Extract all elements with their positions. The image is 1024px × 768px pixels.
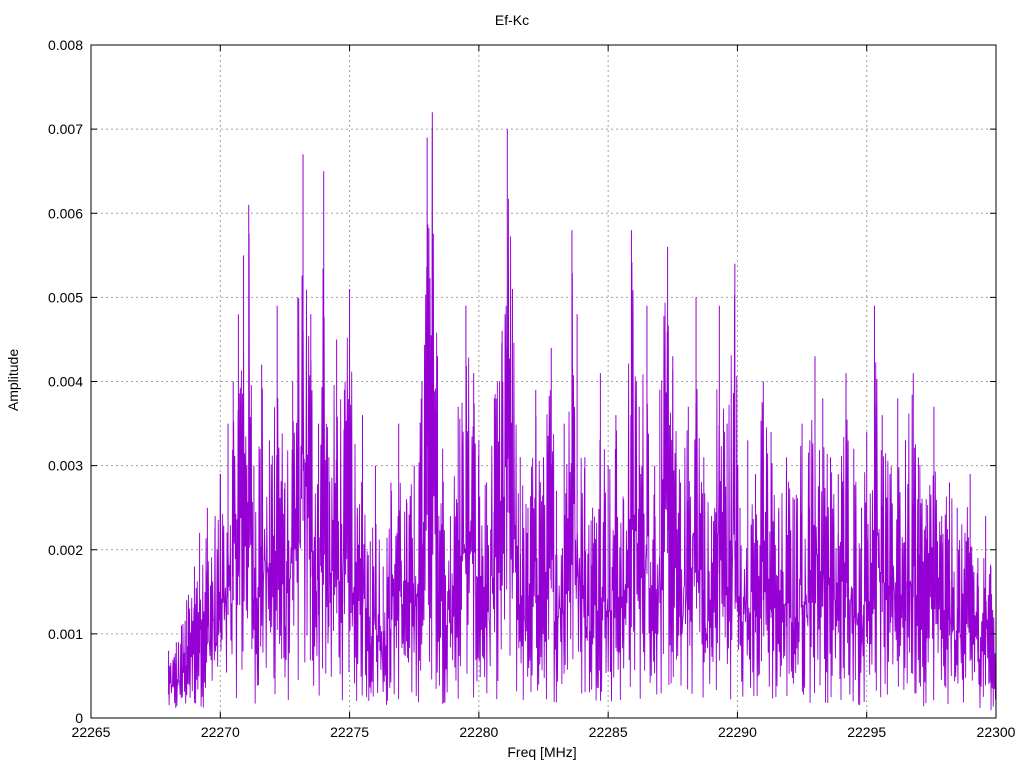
y-tick-label: 0.002: [48, 542, 83, 558]
y-tick-label: 0.005: [48, 289, 83, 305]
y-tick-label: 0: [75, 710, 83, 726]
x-tick-label: 22275: [330, 724, 369, 740]
x-tick-label: 22270: [201, 724, 240, 740]
x-tick-label: 22295: [847, 724, 886, 740]
x-tick-label: 22300: [977, 724, 1016, 740]
y-tick-label: 0.003: [48, 458, 83, 474]
x-tick-label: 22265: [72, 724, 111, 740]
y-tick-label: 0.004: [48, 374, 83, 390]
x-tick-label: 22285: [589, 724, 628, 740]
series-group: [168, 112, 997, 711]
x-tick-label: 22280: [459, 724, 498, 740]
y-tick-label: 0.008: [48, 37, 83, 53]
y-tick-label: 0.001: [48, 626, 83, 642]
y-tick-label: 0.006: [48, 205, 83, 221]
x-tick-label: 22290: [718, 724, 757, 740]
y-tick-label: 0.007: [48, 121, 83, 137]
chart-area: 22265 22270 22275 22280 22285 22290 22295 22300…: [48, 37, 1016, 740]
